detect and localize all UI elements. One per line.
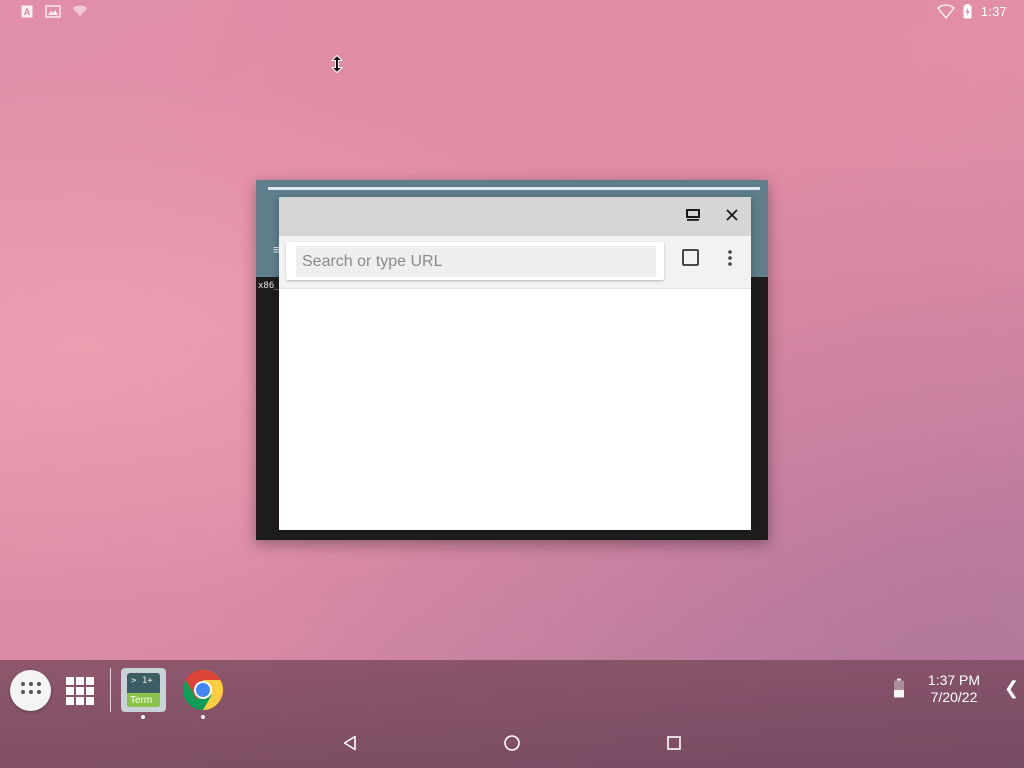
keyboard-a-icon: A <box>21 5 33 23</box>
resize-cursor-icon <box>330 54 344 78</box>
tab-switcher-icon <box>681 249 699 271</box>
close-window-button[interactable] <box>720 205 744 229</box>
home-button[interactable] <box>500 733 524 757</box>
terminal-running-indicator <box>141 715 145 719</box>
clock-time: 1:37 PM <box>927 672 981 688</box>
signal-notification-icon <box>72 5 88 24</box>
wifi-icon <box>937 4 955 24</box>
more-vert-icon <box>728 249 732 271</box>
home-icon <box>503 734 521 757</box>
image-notification-icon <box>45 5 61 23</box>
chrome-app-icon[interactable] <box>182 669 224 711</box>
terminal-header-divider <box>268 187 760 190</box>
close-icon <box>726 208 738 226</box>
terminal-app-prompt: > 1+ <box>131 676 153 686</box>
recents-button[interactable] <box>662 733 686 757</box>
taskbar: > 1+ Term 1:37 PM 7/20/22 ❮ <box>0 660 1024 768</box>
grid-icon <box>65 677 95 710</box>
status-time: 1:37 <box>980 4 1007 19</box>
terminal-text: x86_ <box>258 281 280 291</box>
svg-text:A: A <box>24 7 31 17</box>
app-drawer-button[interactable] <box>10 670 51 711</box>
back-button[interactable] <box>338 733 362 757</box>
browser-toolbar <box>279 236 751 289</box>
chrome-running-indicator <box>201 715 205 719</box>
tab-switcher-button[interactable] <box>678 248 702 272</box>
browser-titlebar[interactable] <box>279 197 751 236</box>
page-content[interactable] <box>279 289 751 530</box>
battery-tray-icon[interactable] <box>893 678 905 703</box>
taskbar-clock[interactable]: 1:37 PM 7/20/22 <box>918 672 990 706</box>
app-drawer-icon <box>20 681 42 700</box>
omnibox[interactable] <box>286 242 664 280</box>
battery-charging-icon <box>963 4 972 24</box>
back-icon <box>342 735 358 756</box>
restore-window-icon <box>686 208 700 226</box>
status-bar: A 1:37 <box>0 0 1024 24</box>
clock-date: 7/20/22 <box>930 689 978 705</box>
terminal-app-label: Term <box>130 695 153 706</box>
browser-menu-button[interactable] <box>718 248 742 272</box>
browser-window[interactable] <box>279 197 751 530</box>
taskbar-divider <box>110 668 111 712</box>
overview-button[interactable] <box>65 676 95 706</box>
terminal-app-icon[interactable]: > 1+ Term <box>121 668 166 712</box>
url-input[interactable] <box>296 246 656 277</box>
restore-window-button[interactable] <box>681 205 705 229</box>
recents-icon <box>667 735 681 755</box>
chevron-left-icon[interactable]: ❮ <box>1004 678 1019 699</box>
